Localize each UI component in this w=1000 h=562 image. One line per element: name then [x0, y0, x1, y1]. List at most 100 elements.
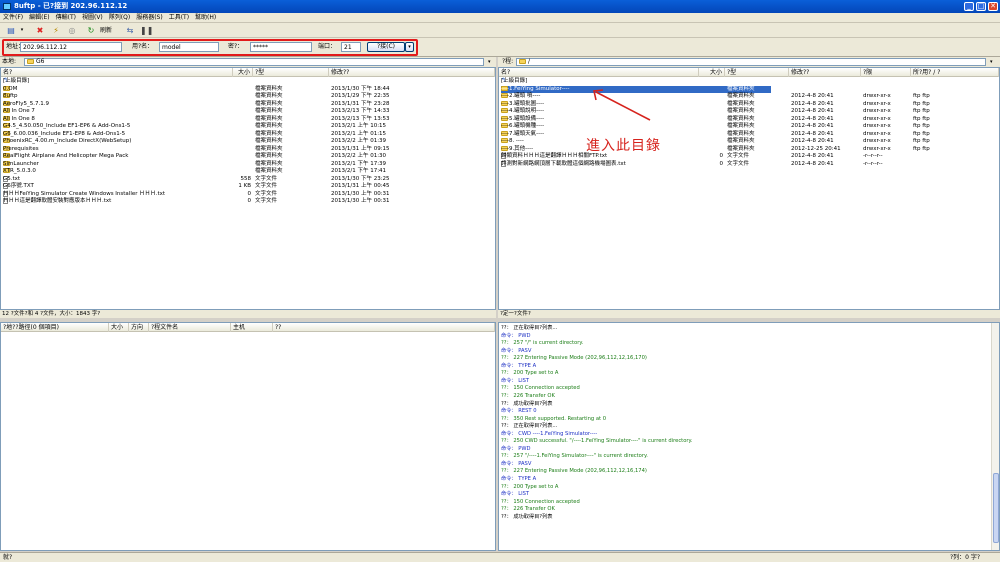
- remote-path-bar: ?程: / ▾: [498, 57, 1000, 67]
- local-row[interactable]: All In One 7 檔案資料夾 2013/2/13 下午 14:33: [3, 108, 493, 116]
- menu-server[interactable]: 服務器(S): [133, 13, 166, 23]
- menu-tools[interactable]: 工具(T): [166, 13, 192, 23]
- site-manager-icon[interactable]: ▤: [4, 25, 18, 36]
- local-path-input[interactable]: G6: [24, 58, 484, 66]
- local-col-size[interactable]: 大小: [233, 68, 253, 77]
- local-row-type: 檔案資料夾: [255, 108, 283, 114]
- remote-row[interactable]: ----2.罐頭 噴---- 檔案資料夾 2012-4-8 20:41 drwxr-x…: [501, 93, 997, 101]
- refresh-icon[interactable]: ↻: [86, 25, 96, 36]
- local-path-dropdown-icon[interactable]: ▾: [488, 57, 491, 67]
- remote-row[interactable]: ----7.罐頭天氣---- 檔案資料夾 2012-4-8 20:41 drwxr-x…: [501, 130, 997, 139]
- log-line: ??： 正在取得目?列表...: [501, 325, 558, 331]
- local-row[interactable]: G5.txt 558 文字文件 2013/1/30 下午 23:25: [3, 175, 493, 184]
- remote-row-owner: ftp ftp: [913, 115, 930, 122]
- remote-path-dropdown-icon[interactable]: ▾: [990, 57, 993, 67]
- folder-icon: [519, 59, 526, 64]
- menu-view[interactable]: 視圖(V): [79, 13, 106, 23]
- remote-row-owner: ftp ftp: [913, 130, 930, 137]
- remote-row[interactable]: ----5.罐頭設備---- 檔案資料夾 2012-4-8 20:41 drwxr-x…: [501, 115, 997, 124]
- remote-col-permissions[interactable]: ?限: [861, 68, 911, 77]
- transfer-icon[interactable]: ⇆: [124, 25, 136, 36]
- local-row-type: 檔案資料夾: [255, 130, 283, 137]
- queue-col-host[interactable]: 主机: [231, 323, 273, 332]
- remote-row[interactable]: ----9.其他---- 檔案資料夾 2012-12-25 20:41 drwxr-x…: [501, 145, 997, 154]
- site-dropdown-icon[interactable]: ▾: [19, 25, 25, 36]
- remote-col-type[interactable]: ?型: [725, 68, 789, 77]
- log-line: ??： 正在取得目?列表...: [501, 423, 558, 430]
- remote-row-type: 檔案資料夾: [727, 130, 755, 137]
- local-row-modified: 2013/2/13 下午 14:33: [331, 108, 390, 114]
- remote-col-owner[interactable]: 所?用? / ?: [911, 68, 999, 77]
- local-row-size: 558: [240, 175, 252, 182]
- local-row[interactable]: PhoenixRC_4.00.m_Include DirectX(WebSetu…: [3, 138, 493, 146]
- local-row-type: 檔案資料夾: [255, 93, 283, 99]
- local-row[interactable]: G6序號.TXT 1 KB 文字文件 2013/1/31 上午 00:45: [3, 183, 493, 191]
- local-col-name[interactable]: 名?: [1, 68, 233, 77]
- local-row[interactable]: 8uftp 檔案資料夾 2013/1/29 下午 22:35: [3, 93, 493, 101]
- queue-col-status[interactable]: ??: [273, 323, 495, 332]
- close-button[interactable]: ✕: [988, 2, 998, 11]
- pause-icon[interactable]: ❚❚: [140, 25, 153, 36]
- local-row[interactable]: G4.5_4.50.050_Include EF1-EP6 & Add-Ons1…: [3, 123, 493, 131]
- local-row[interactable]: ＨＨＨ這是翻譯軟體安裝對應版本ＨＨＨ.txt 0 文字文件 2013/1/30 上午 …: [3, 198, 493, 206]
- annotation-text: 進入此目錄: [586, 138, 661, 154]
- remote-row[interactable]: 評測對新網路網頂層下載軟體這個網路機場圖表.txt 0 文字文件 2012-4-8 2…: [501, 160, 997, 169]
- status-ready: 就?: [3, 554, 13, 561]
- reconnect-icon[interactable]: ⚡: [50, 25, 62, 36]
- remote-row-modified: 2012-4-8 20:41: [791, 93, 834, 99]
- local-col-modified[interactable]: 修改??: [329, 68, 495, 77]
- menu-file[interactable]: 文件(F): [0, 13, 26, 23]
- remote-path-input[interactable]: /: [516, 58, 986, 66]
- log-scrollbar-thumb[interactable]: [993, 473, 999, 543]
- remote-row-modified: 2012-4-8 20:41: [791, 130, 834, 137]
- queue-col-local[interactable]: ?地??路徑(0 個項目): [1, 323, 109, 332]
- local-row[interactable]: Prerequisites 檔案資料夾 2013/1/31 上午 09:15: [3, 145, 493, 154]
- queue-col-size[interactable]: 大小: [109, 323, 129, 332]
- local-row-name: XTR_5.0.3.0: [3, 168, 36, 174]
- remote-row[interactable]: ----4.罐頭說明---- 檔案資料夾 2012-4-8 20:41 drwxr-x…: [501, 108, 997, 116]
- remote-col-name[interactable]: 名?: [499, 68, 699, 77]
- local-row[interactable]: AeroFly5_5.7.1.9 檔案資料夾 2013/1/31 下午 23:28: [3, 100, 493, 109]
- menu-edit[interactable]: 編輯(E): [26, 13, 52, 23]
- local-row[interactable]: SimLauncher 檔案資料夾 2013/2/1 下午 17:39: [3, 160, 493, 169]
- local-row-modified: 2013/2/1 下午 17:39: [331, 160, 387, 167]
- remote-col-modified[interactable]: 修改??: [789, 68, 861, 77]
- queue-col-remote[interactable]: ?程文件名: [149, 323, 231, 332]
- remote-row[interactable]: ↰ [上級目錄]: [501, 78, 997, 86]
- menu-help[interactable]: 幫助(H): [192, 13, 219, 23]
- local-row-modified: 2013/1/31 下午 23:28: [331, 100, 390, 107]
- remote-row-owner: ftp ftp: [913, 108, 930, 114]
- local-row[interactable]: ↰ [上級目錄]: [3, 78, 493, 86]
- local-row[interactable]: G6_6.00.036_Include EF1-EP8 & Add-Ons1-5…: [3, 130, 493, 139]
- remote-row-permissions: -r--r--r--: [863, 153, 883, 159]
- stop-icon[interactable]: ◎: [66, 25, 78, 36]
- local-row[interactable]: RealFlight Airplane And Helicopter Mega …: [3, 153, 493, 161]
- local-row-name: ＨＨＨ這是翻譯軟體安裝對應版本ＨＨＨ.txt: [3, 198, 112, 204]
- remote-row-name: 評測對新網路網頂層下載軟體這個網路機場圖表.txt: [501, 160, 626, 167]
- local-row[interactable]: ＨＨＨFeiYing Simulator Create Windows Inst…: [3, 190, 493, 199]
- local-row[interactable]: 0.OM 檔案資料夾 2013/1/30 下午 18:44: [3, 85, 493, 94]
- local-row[interactable]: All In One 8 檔案資料夾 2013/2/13 下午 13:53: [3, 115, 493, 124]
- remote-row-modified: 2013-1-24 20:41: [791, 85, 838, 92]
- local-col-type[interactable]: ?型: [253, 68, 329, 77]
- remote-row[interactable]: 歸類資料ＨＨＨ這是翻譯ＨＨＨ相關FTP.txt 0 文字文件 2012-4-8 20:…: [501, 153, 997, 161]
- menu-transfer[interactable]: 傳輸(T): [53, 13, 79, 23]
- remote-row-name: ----6.罐頭機種----: [501, 123, 545, 129]
- minimize-button[interactable]: _: [964, 2, 974, 11]
- log-line: ??： 成功取得目?列表: [501, 400, 553, 407]
- log-scrollbar[interactable]: [991, 323, 999, 550]
- remote-row[interactable]: ----8. ---- 檔案資料夾 2012-4-8 20:41 drwxr-xr-x…: [501, 138, 997, 146]
- maximize-button[interactable]: □: [976, 2, 986, 11]
- remote-row-type: 文字文件: [727, 153, 750, 159]
- remote-row[interactable]: ----6.罐頭機種---- 檔案資料夾 2012-4-8 20:41 drwxr-x…: [501, 123, 997, 131]
- disconnect-icon[interactable]: ✖: [34, 25, 46, 36]
- remote-col-size[interactable]: 大小: [699, 68, 725, 77]
- remote-row[interactable]: ----3.罐頭批圖---- 檔案資料夾 2012-4-8 20:41 drwxr-x…: [501, 100, 997, 109]
- queue-col-direction[interactable]: 方向: [129, 323, 149, 332]
- menu-queue[interactable]: 隊列(Q): [106, 13, 133, 23]
- remote-row-owner: ftp ftp: [913, 100, 930, 107]
- local-row-type: 檔案資料夾: [255, 123, 283, 129]
- refresh-label[interactable]: 刷新: [97, 25, 115, 36]
- local-row[interactable]: XTR_5.0.3.0 檔案資料夾 2013/2/1 下午 17:41: [3, 168, 493, 176]
- local-row-type: 檔案資料夾: [255, 85, 283, 92]
